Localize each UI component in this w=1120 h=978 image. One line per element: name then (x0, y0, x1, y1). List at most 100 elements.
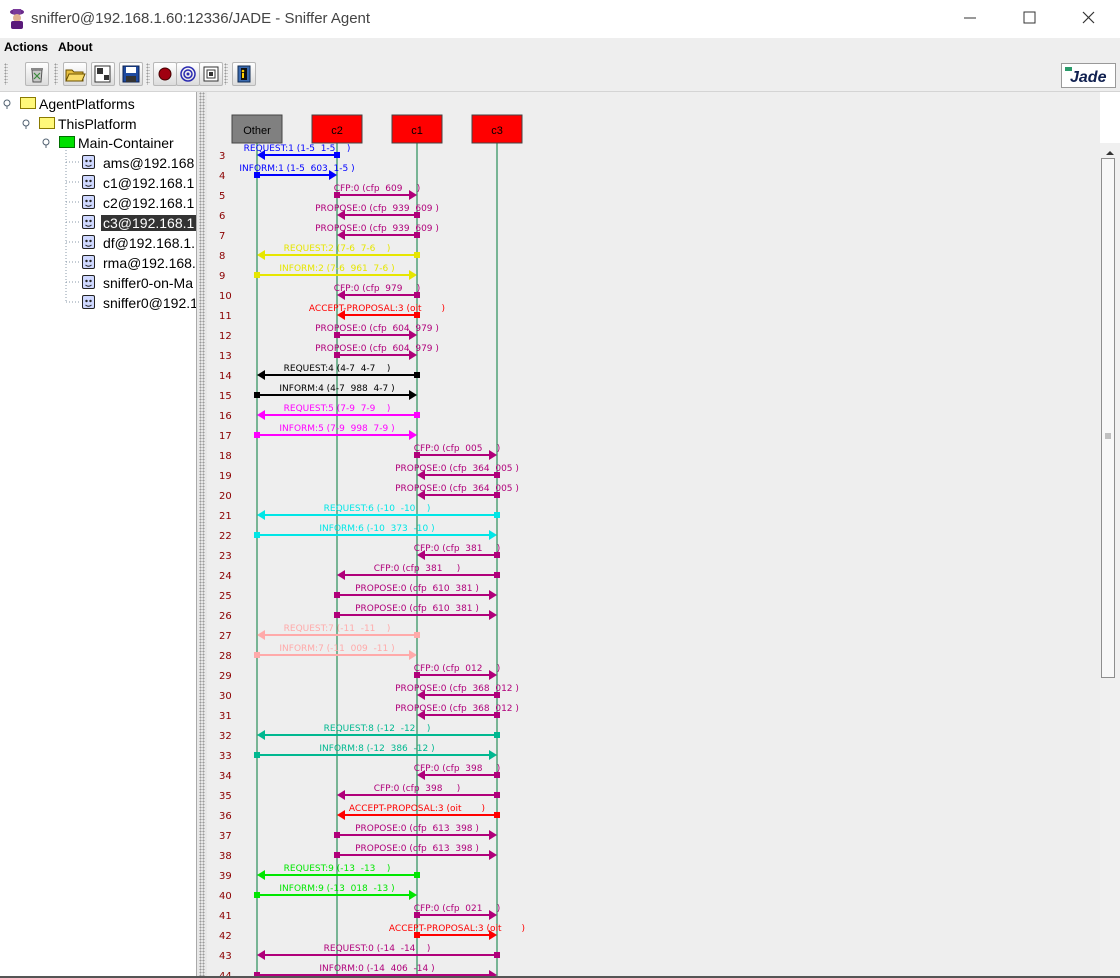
open-icon (65, 69, 86, 82)
message-number: 43 (219, 951, 232, 962)
maximize-button[interactable] (1006, 0, 1052, 36)
message-number: 36 (219, 811, 232, 822)
message-number: 42 (219, 931, 232, 942)
message-label: PROPOSE:0 (cfp 939 609 ) (315, 224, 439, 234)
message-label: INFORM:6 (-10 373 -10 ) (319, 524, 434, 534)
message-label: CFP:0 (cfp 398 ) (414, 764, 501, 774)
tree-expanded-icon[interactable] (22, 119, 32, 129)
filter-button[interactable] (199, 62, 223, 86)
agent-box-label: c2 (331, 125, 343, 137)
message-label: REQUEST:1 (1-5 1-5 ) (244, 144, 351, 154)
split-pane-divider[interactable] (197, 92, 207, 978)
message-label: PROPOSE:0 (cfp 364 005 ) (395, 464, 519, 474)
toolbar-separator (54, 63, 58, 85)
message-number: 6 (219, 211, 225, 222)
message-label: REQUEST:0 (-14 -14 ) (324, 944, 431, 954)
message-label: REQUEST:8 (-12 -12 ) (324, 724, 431, 734)
menu-about[interactable]: About (58, 40, 93, 54)
message-number: 32 (219, 731, 232, 742)
message-number: 15 (219, 391, 232, 402)
message-label: PROPOSE:0 (cfp 610 381 ) (355, 584, 479, 594)
message-number: 18 (219, 451, 232, 462)
message-label: CFP:0 (cfp 398 ) (374, 784, 461, 794)
message-label: REQUEST:7 (-11 -11 ) (284, 624, 391, 634)
filter-icon (203, 66, 219, 82)
message-number: 23 (219, 551, 232, 562)
tree-expanded-icon[interactable] (42, 138, 52, 148)
message-number: 38 (219, 851, 232, 862)
message-label: CFP:0 (cfp 381 ) (374, 564, 461, 574)
scrollbar-thumb[interactable] (1101, 158, 1115, 678)
tree-label: c1@192.168.1 (103, 175, 195, 191)
message-sequence-diagram: Other c2 c1 c3 3 REQUEST:1 (1-5 1-5 ) 4 INFORM:… (219, 114, 525, 978)
message-number: 40 (219, 891, 232, 902)
message-number: 34 (219, 771, 232, 782)
message-label: INFORM:2 (7-6 961 7-6 ) (279, 264, 394, 274)
save-icon (122, 65, 140, 83)
message-label: INFORM:5 (7-9 998 7-9 ) (279, 424, 394, 434)
message-label: REQUEST:6 (-10 -10 ) (324, 504, 431, 514)
message-label: PROPOSE:0 (cfp 610 381 ) (355, 604, 479, 614)
message-number: 12 (219, 331, 232, 342)
agent-tree[interactable]: AgentPlatforms ThisPlatform Main-Contain… (0, 92, 197, 978)
tree-expanded-icon[interactable] (3, 99, 13, 109)
tree-label-selected: c3@192.168.1 (101, 215, 196, 231)
message-number: 20 (219, 491, 232, 502)
message-label: PROPOSE:0 (cfp 364 005 ) (395, 484, 519, 494)
save-file-button[interactable] (91, 62, 115, 86)
toolbar (0, 58, 1120, 92)
agent-icon (82, 275, 95, 289)
record-icon (158, 67, 172, 81)
agent-icon (82, 175, 95, 189)
message-label: CFP:0 (cfp 012 ) (414, 664, 501, 674)
menu-actions[interactable]: Actions (4, 40, 48, 54)
clear-canvas-button[interactable] (25, 62, 49, 86)
message-label: INFORM:8 (-12 386 -12 ) (319, 744, 434, 754)
sniffer-canvas[interactable]: Other c2 c1 c3 3 REQUEST:1 (1-5 1-5 ) 4 INFORM:… (207, 92, 1100, 978)
tree-label: rma@192.168. (103, 255, 196, 271)
message-number: 10 (219, 291, 232, 302)
message-number: 17 (219, 431, 232, 442)
message-number: 16 (219, 411, 232, 422)
jade-logo: Jade (1061, 63, 1116, 88)
message-number: 24 (219, 571, 232, 582)
folder-icon (20, 97, 36, 109)
message-label: PROPOSE:0 (cfp 368 012 ) (395, 704, 519, 714)
message-label: PROPOSE:0 (cfp 604 979 ) (315, 344, 439, 354)
message-number: 29 (219, 671, 232, 682)
minimize-button[interactable] (947, 0, 993, 36)
save-button[interactable] (119, 62, 143, 86)
container-folder-icon (59, 136, 75, 148)
message-label: INFORM:7 (-11 009 -11 ) (279, 644, 394, 654)
save-file-icon (94, 65, 111, 83)
agent-box-label: c1 (411, 125, 423, 137)
tree-label: df@192.168.1. (103, 235, 196, 251)
agent-icon (82, 255, 95, 269)
message-number: 28 (219, 651, 232, 662)
agent-icon (82, 155, 95, 169)
agent-icon (82, 215, 95, 229)
message-label: REQUEST:2 (7-6 7-6 ) (284, 244, 391, 254)
message-number: 14 (219, 371, 232, 382)
toolbar-separator (224, 63, 228, 85)
record-button[interactable] (153, 62, 177, 86)
exit-button[interactable] (232, 62, 256, 86)
message-number: 22 (219, 531, 232, 542)
agent-box-label: c3 (491, 125, 503, 137)
message-number: 30 (219, 691, 232, 702)
agent-icon (82, 295, 95, 309)
toolbar-grip[interactable] (4, 63, 8, 85)
agent-icon (82, 195, 95, 209)
agent-box-label: Other (243, 125, 271, 137)
message-label: ACCEPT-PROPOSAL:3 (oit ) (389, 924, 525, 934)
message-label: PROPOSE:0 (cfp 613 398 ) (355, 844, 479, 854)
message-number: 21 (219, 511, 232, 522)
message-number: 25 (219, 591, 232, 602)
snif-button[interactable] (176, 62, 200, 86)
sniffer-app-icon (10, 9, 24, 29)
close-button[interactable] (1065, 0, 1111, 36)
message-label: PROPOSE:0 (cfp 939 609 ) (315, 204, 439, 214)
message-label: ACCEPT-PROPOSAL:3 (oit ) (349, 804, 485, 814)
open-button[interactable] (63, 62, 87, 86)
tree-label: ThisPlatform (58, 116, 137, 132)
